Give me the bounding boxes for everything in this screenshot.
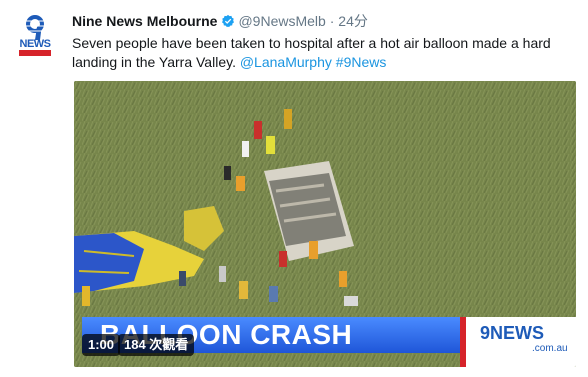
hashtag-link[interactable]: #9News xyxy=(336,54,387,70)
mention-link[interactable]: @LanaMurphy xyxy=(240,54,332,70)
tweet: NEWS Nine News Melbourne @9NewsMelb · 24分… xyxy=(0,0,588,377)
author-avatar[interactable]: NEWS xyxy=(14,14,56,56)
verified-badge-icon xyxy=(222,14,235,28)
view-count-badge: 184 次觀看 xyxy=(118,334,195,356)
tweet-timestamp[interactable]: 24分 xyxy=(338,13,368,29)
logo-domain-text: .com.au xyxy=(532,343,568,354)
logo-9news-text: 9NEWS xyxy=(480,323,545,343)
avatar-city-bar xyxy=(19,50,51,56)
separator-dot: · xyxy=(329,13,335,29)
channel-logo: 9NEWS .com.au xyxy=(460,317,576,367)
author-name[interactable]: Nine News Melbourne xyxy=(72,13,217,29)
video-player[interactable]: BALLOON CRASH 9NEWS .com.au 1:00 184 次觀看 xyxy=(74,81,576,367)
author-handle[interactable]: @9NewsMelb xyxy=(238,13,325,29)
avatar-news-text: NEWS xyxy=(19,38,52,50)
video-duration-badge: 1:00 xyxy=(82,334,121,356)
tweet-header: Nine News Melbourne @9NewsMelb · 24分 xyxy=(72,11,368,31)
logo-red-bar xyxy=(460,317,466,367)
tweet-text: Seven people have been taken to hospital… xyxy=(72,34,572,72)
